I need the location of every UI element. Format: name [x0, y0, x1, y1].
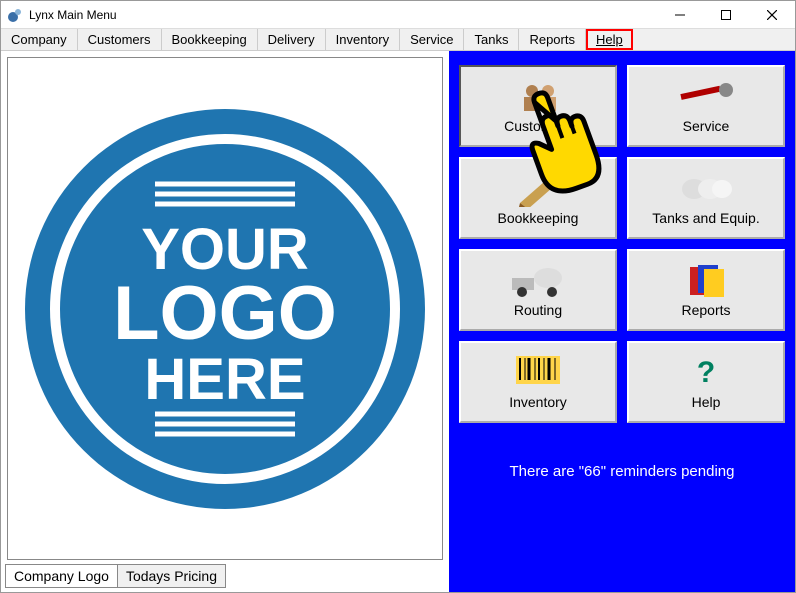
wrench-icon [676, 78, 736, 116]
menu-tanks[interactable]: Tanks [464, 29, 519, 50]
menu-company[interactable]: Company [1, 29, 78, 50]
titlebar: Lynx Main Menu [1, 1, 795, 29]
menu-inventory[interactable]: Inventory [326, 29, 400, 50]
routing-label: Routing [514, 302, 562, 318]
bookkeeping-label: Bookkeeping [498, 210, 579, 226]
inventory-button[interactable]: Inventory [459, 341, 617, 423]
truck-icon [508, 262, 568, 300]
customers-label: Customers [504, 118, 572, 134]
menu-reports[interactable]: Reports [519, 29, 586, 50]
tanks-button[interactable]: Tanks and Equip. [627, 157, 785, 239]
ledger-icon [516, 170, 560, 208]
content-area: YOUR LOGO HERE Company Logo Todays Prici… [1, 51, 795, 592]
left-pane: YOUR LOGO HERE Company Logo Todays Prici… [1, 51, 449, 592]
company-logo-display: YOUR LOGO HERE [7, 57, 443, 560]
barcode-icon [516, 354, 560, 392]
menu-bookkeeping[interactable]: Bookkeeping [162, 29, 258, 50]
question-icon: ? [691, 354, 721, 392]
service-button[interactable]: Service [627, 65, 785, 147]
app-window: Lynx Main Menu Company Customers Bookkee… [0, 0, 796, 593]
app-icon [7, 7, 23, 23]
logo-placeholder-icon: YOUR LOGO HERE [15, 99, 435, 519]
menu-delivery[interactable]: Delivery [258, 29, 326, 50]
menu-customers[interactable]: Customers [78, 29, 162, 50]
tab-todays-pricing[interactable]: Todays Pricing [117, 564, 226, 588]
reminder-text: There are "66" reminders pending [459, 463, 785, 480]
bookkeeping-button[interactable]: Bookkeeping [459, 157, 617, 239]
customers-button[interactable]: Customers [459, 65, 617, 147]
minimize-button[interactable] [657, 1, 703, 29]
maximize-button[interactable] [703, 1, 749, 29]
window-title: Lynx Main Menu [29, 8, 117, 22]
window-controls [657, 1, 795, 29]
routing-button[interactable]: Routing [459, 249, 617, 331]
right-pane: Customers Service Bookkeeping [449, 51, 795, 592]
people-icon [514, 78, 562, 116]
help-label: Help [692, 394, 721, 410]
reports-button[interactable]: Reports [627, 249, 785, 331]
menubar: Company Customers Bookkeeping Delivery I… [1, 29, 795, 51]
close-button[interactable] [749, 1, 795, 29]
svg-text:?: ? [697, 356, 715, 389]
service-label: Service [683, 118, 730, 134]
menu-service[interactable]: Service [400, 29, 464, 50]
left-tabs: Company Logo Todays Pricing [5, 564, 449, 588]
files-icon [686, 262, 726, 300]
tanks-icon [680, 170, 732, 208]
svg-text:HERE: HERE [144, 347, 305, 412]
help-button[interactable]: ? Help [627, 341, 785, 423]
reports-label: Reports [681, 302, 730, 318]
tanks-label: Tanks and Equip. [652, 210, 759, 226]
inventory-label: Inventory [509, 394, 567, 410]
button-grid: Customers Service Bookkeeping [459, 65, 785, 423]
svg-text:LOGO: LOGO [113, 271, 337, 356]
menu-help[interactable]: Help [586, 29, 633, 50]
tab-company-logo[interactable]: Company Logo [5, 564, 118, 588]
